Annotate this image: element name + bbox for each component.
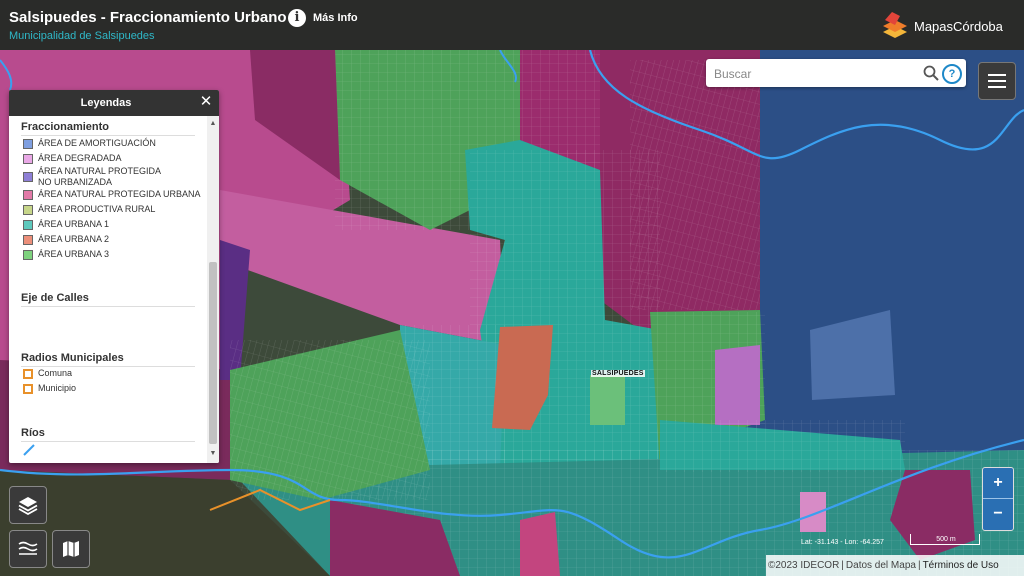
layers-icon [18,497,38,515]
hamburger-icon [988,74,1006,88]
legend-scroll-thumb[interactable] [209,262,217,444]
basemap-button[interactable] [52,530,90,568]
zoom-in-button[interactable]: + [983,468,1013,499]
mapascordoba-logo [883,12,907,38]
legend-panel: Leyendas ✕ Fraccionamiento ÁREA DE AMORT… [9,90,219,463]
zone-degradada [715,345,760,425]
zone-urbana3-plaza [590,375,625,425]
attribution-bar: ©2023 IDECOR | Datos del Mapa | Términos de … [766,555,1024,576]
legend-swatch [23,235,33,245]
legend-swatch [23,190,33,200]
search-box: ? [706,59,966,87]
legend-swatch [23,154,33,164]
zoom-control: + − [982,467,1014,531]
attribution-terms-link[interactable]: Términos de Uso [921,560,1001,571]
map-icon [63,541,79,557]
search-icon[interactable] [922,64,940,82]
scroll-up-icon[interactable]: ▲ [207,120,219,130]
legend-swatch [23,205,33,215]
legend-item-label: ÁREA URBANA 3 [38,249,110,259]
close-icon[interactable]: ✕ [199,94,213,110]
info-icon[interactable]: i [288,9,306,27]
legend-item-label: ÁREA URBANA 2 [38,234,110,244]
app-title: Salsipuedes - Fraccionamiento Urbano [9,9,287,26]
scale-label: 500 m [936,536,956,543]
legend-item-label: ÁREA PRODUCTIVA RURAL [38,204,156,214]
brand-name: MapasCórdoba [914,19,1003,34]
legend-swatch [23,172,33,182]
main-menu-button[interactable] [978,62,1016,100]
legend-section-radios: Radios Municipales [21,352,124,364]
legend-item-label: Municipio [38,383,77,393]
scale-bar: 500 m [910,534,980,545]
legend-item-label: ÁREA URBANA 1 [38,219,110,229]
legend-header: Leyendas ✕ [9,90,219,116]
legend-item-label: Comuna [38,368,73,378]
zoom-out-button[interactable]: − [983,499,1013,529]
legend-body: Fraccionamiento ÁREA DE AMORTIGUACIÓN ÁR… [9,116,207,463]
legend-section-rios: Ríos [21,427,45,439]
coordinates-readout: Lat: -31.143 - Lon: -64.257 [801,539,884,546]
legend-item-label: ÁREA DEGRADADA [38,153,122,163]
legend-item-label: ÁREA NATURAL PROTEGIDA NO URBANIZADA [38,166,162,187]
attribution-data-link[interactable]: Datos del Mapa [844,560,918,571]
layers-button[interactable] [9,486,47,524]
top-bar: Salsipuedes - Fraccionamiento Urbano Mun… [0,0,1024,50]
legend-title: Leyendas [80,97,132,109]
municipio-outline-icon [23,384,33,394]
legend-swatch [23,250,33,260]
scroll-down-icon[interactable]: ▼ [207,450,219,460]
legend-item-label: ÁREA DE AMORTIGUACIÓN [38,138,156,148]
legend-section-fraccionamiento: Fraccionamiento [21,121,110,133]
more-info-link[interactable]: Más Info [313,12,358,24]
legend-swatch [23,220,33,230]
legend-section-eje-calles: Eje de Calles [21,292,89,304]
legend-toggle-button[interactable] [9,530,47,568]
legend-item-label: ÁREA NATURAL PROTEGIDA URBANA [38,189,201,199]
help-icon[interactable]: ? [942,64,962,84]
map-place-label: SALSIPUEDES [591,370,645,377]
app-subtitle: Municipalidad de Salsipuedes [9,30,155,42]
legend-scrollbar[interactable]: ▲ ▼ [207,116,219,463]
search-input[interactable] [712,64,916,84]
legend-swatch [23,139,33,149]
attribution-copyright: ©2023 IDECOR [768,560,840,571]
zone-protegida-urbana-south [520,512,560,576]
river-line-icon [23,444,35,456]
legend-lines-icon [18,541,38,555]
comuna-outline-icon [23,369,33,379]
